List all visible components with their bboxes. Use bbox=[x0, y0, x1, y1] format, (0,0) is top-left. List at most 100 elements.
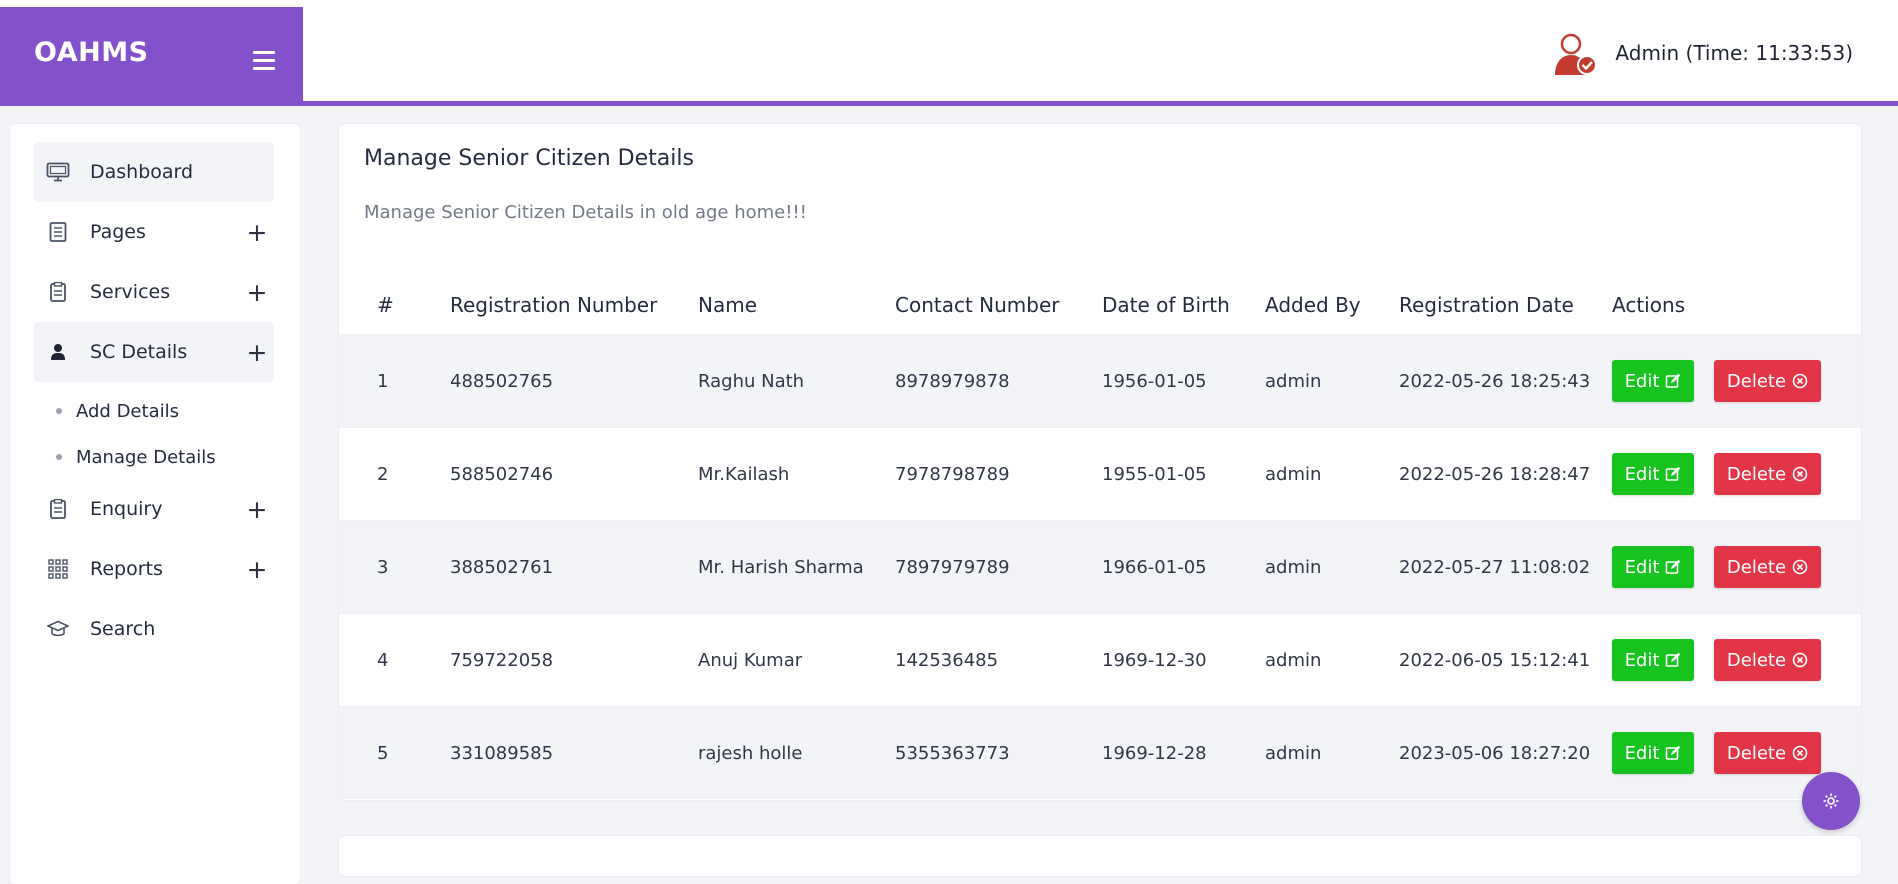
column-header: Name bbox=[698, 293, 758, 317]
row-number-cell: 3 bbox=[377, 556, 389, 578]
date-of-birth-cell: 1969-12-28 bbox=[1102, 742, 1207, 764]
edit-button-label: Edit bbox=[1624, 556, 1660, 578]
edit-button[interactable]: Edit bbox=[1612, 546, 1694, 588]
sidebar-item-label: Reports bbox=[90, 558, 163, 580]
monitor-icon bbox=[44, 160, 72, 184]
actions-cell: Edit Delete bbox=[1612, 639, 1861, 681]
page-subtitle: Manage Senior Citizen Details in old age… bbox=[364, 202, 807, 223]
edit-button[interactable]: Edit bbox=[1612, 639, 1694, 681]
actions-cell: Edit Delete bbox=[1612, 732, 1861, 774]
expand-plus-icon[interactable]: + bbox=[242, 557, 272, 582]
expand-plus-icon[interactable]: + bbox=[242, 220, 272, 245]
edit-button-label: Edit bbox=[1624, 742, 1660, 764]
delete-button[interactable]: Delete bbox=[1714, 453, 1821, 495]
close-circle-icon bbox=[1792, 466, 1808, 482]
document-icon bbox=[44, 220, 72, 244]
edit-pencil-icon bbox=[1665, 373, 1681, 389]
app-title: OAHMS bbox=[34, 37, 149, 68]
edit-button-label: Edit bbox=[1624, 649, 1660, 671]
added-by-cell: admin bbox=[1265, 463, 1322, 485]
registration-date-cell: 2023-05-06 18:27:20 bbox=[1399, 742, 1591, 764]
table-row: 2 588502746 Mr.Kailash 7978798789 1955-01-05… bbox=[339, 427, 1861, 520]
column-header: Registration Date bbox=[1399, 293, 1574, 317]
contact-number-cell: 8978979878 bbox=[895, 370, 1010, 392]
gear-icon bbox=[1823, 793, 1839, 809]
delete-button-label: Delete bbox=[1726, 742, 1787, 764]
menu-toggle-icon[interactable] bbox=[253, 51, 275, 71]
date-of-birth-cell: 1969-12-30 bbox=[1102, 649, 1207, 671]
delete-button-label: Delete bbox=[1726, 649, 1787, 671]
actions-cell: Edit Delete bbox=[1612, 546, 1861, 588]
contact-number-cell: 142536485 bbox=[895, 649, 999, 671]
sidebar-item-enquiry[interactable]: Enquiry + bbox=[34, 479, 274, 539]
sidebar-item-dashboard[interactable]: Dashboard bbox=[34, 142, 274, 202]
sidebar-item-label: Services bbox=[90, 281, 171, 303]
table-row: 4 759722058 Anuj Kumar 142536485 1969-12-30 a… bbox=[339, 613, 1861, 706]
settings-gear-button[interactable] bbox=[1802, 772, 1860, 830]
actions-cell: Edit Delete bbox=[1612, 453, 1861, 495]
table-body: 1 488502765 Raghu Nath 8978979878 1956-01-05… bbox=[339, 334, 1861, 799]
citizen-name-cell: Mr.Kailash bbox=[698, 463, 790, 485]
sidebar-item-reports[interactable]: Reports + bbox=[34, 539, 274, 599]
registration-date-cell: 2022-06-05 15:12:41 bbox=[1399, 649, 1591, 671]
clipboard-icon bbox=[44, 280, 72, 304]
expand-plus-icon[interactable]: + bbox=[242, 280, 272, 305]
delete-button-label: Delete bbox=[1726, 463, 1787, 485]
delete-button[interactable]: Delete bbox=[1714, 639, 1821, 681]
sidebar-item-label: Enquiry bbox=[90, 498, 163, 520]
topbar-accent-line bbox=[0, 101, 1898, 106]
details-card: Manage Senior Citizen Details Manage Sen… bbox=[339, 124, 1861, 800]
registration-number-cell: 759722058 bbox=[450, 649, 554, 671]
clipboard-icon bbox=[44, 497, 72, 521]
sidebar-subitem-add-details[interactable]: Add Details bbox=[56, 394, 179, 428]
grid-icon bbox=[44, 557, 72, 581]
expand-plus-icon[interactable]: + bbox=[242, 340, 272, 365]
registration-date-cell: 2022-05-26 18:28:47 bbox=[1399, 463, 1591, 485]
contact-number-cell: 7978798789 bbox=[895, 463, 1010, 485]
added-by-cell: admin bbox=[1265, 649, 1322, 671]
sidebar-subitem-manage-details[interactable]: Manage Details bbox=[56, 440, 216, 474]
delete-button[interactable]: Delete bbox=[1714, 546, 1821, 588]
bullet-dot bbox=[56, 408, 62, 414]
table-row: 1 488502765 Raghu Nath 8978979878 1956-01-05… bbox=[339, 334, 1861, 427]
edit-button[interactable]: Edit bbox=[1612, 732, 1694, 774]
delete-button[interactable]: Delete bbox=[1714, 732, 1821, 774]
registration-number-cell: 488502765 bbox=[450, 370, 554, 392]
sidebar-item-label: SC Details bbox=[90, 341, 188, 363]
sidebar-item-label: Dashboard bbox=[90, 161, 194, 183]
citizen-name-cell: rajesh holle bbox=[698, 742, 803, 764]
close-circle-icon bbox=[1792, 373, 1808, 389]
row-number-cell: 2 bbox=[377, 463, 389, 485]
added-by-cell: admin bbox=[1265, 742, 1322, 764]
edit-button[interactable]: Edit bbox=[1612, 453, 1694, 495]
edit-pencil-icon bbox=[1665, 745, 1681, 761]
column-header: Registration Number bbox=[450, 293, 658, 317]
delete-button-label: Delete bbox=[1726, 556, 1787, 578]
delete-button[interactable]: Delete bbox=[1714, 360, 1821, 402]
sidebar: Dashboard Pages + Services + SC Details … bbox=[10, 124, 300, 884]
user-profile[interactable]: Admin (Time: 11:33:53) bbox=[1549, 27, 1853, 79]
column-header: Actions bbox=[1612, 293, 1686, 317]
citizen-name-cell: Anuj Kumar bbox=[698, 649, 803, 671]
table-row: 3 388502761 Mr. Harish Sharma 7897979789 196… bbox=[339, 520, 1861, 613]
sidebar-item-search[interactable]: Search bbox=[34, 599, 274, 659]
expand-plus-icon[interactable]: + bbox=[242, 497, 272, 522]
registration-number-cell: 331089585 bbox=[450, 742, 554, 764]
bullet-dot bbox=[56, 454, 62, 460]
sidebar-item-pages[interactable]: Pages + bbox=[34, 202, 274, 262]
column-header: Added By bbox=[1265, 293, 1361, 317]
row-number-cell: 4 bbox=[377, 649, 389, 671]
graduation-cap-icon bbox=[44, 617, 72, 641]
page-title: Manage Senior Citizen Details bbox=[364, 146, 694, 171]
date-of-birth-cell: 1966-01-05 bbox=[1102, 556, 1207, 578]
sidebar-item-sc-details[interactable]: SC Details + bbox=[34, 322, 274, 382]
date-of-birth-cell: 1956-01-05 bbox=[1102, 370, 1207, 392]
close-circle-icon bbox=[1792, 559, 1808, 575]
row-number-cell: 5 bbox=[377, 742, 389, 764]
sidebar-item-services[interactable]: Services + bbox=[34, 262, 274, 322]
registration-number-cell: 388502761 bbox=[450, 556, 554, 578]
edit-button[interactable]: Edit bbox=[1612, 360, 1694, 402]
sidebar-item-label: Pages bbox=[90, 221, 146, 243]
table-row: 5 331089585 rajesh holle 5355363773 1969-12-… bbox=[339, 706, 1861, 799]
user-label: Admin (Time: 11:33:53) bbox=[1615, 41, 1853, 65]
